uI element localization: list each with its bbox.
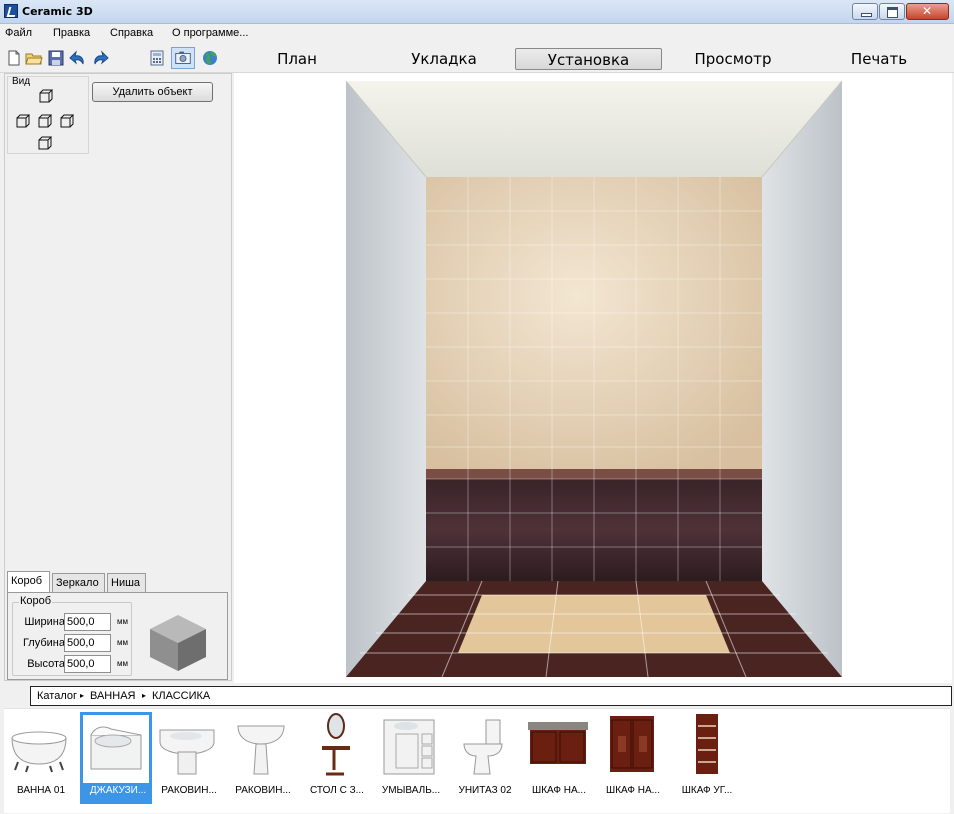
nav-object-placement[interactable]: Установка объектов (515, 48, 662, 91)
minimize-button[interactable] (852, 3, 878, 20)
menu-file[interactable]: Файл (5, 27, 32, 39)
view-label: Вид (12, 76, 31, 87)
catalog-item-label: ШКАФ НА... (606, 785, 660, 796)
pedestal-sink-icon (237, 725, 285, 775)
nav-print[interactable]: Печать (846, 48, 912, 70)
cabinet-icon (528, 722, 588, 764)
menu-about[interactable]: О программе... (172, 27, 248, 39)
width-unit: мм (117, 617, 128, 626)
tab-box[interactable]: Короб (7, 571, 50, 592)
catalog-item[interactable]: РАКОВИН... (228, 712, 300, 804)
catalog-item[interactable]: ШКАФ УГ... (672, 712, 744, 804)
catalog-item-label: ВАННА 01 (16, 785, 66, 796)
menu-edit[interactable]: Правка (53, 27, 90, 39)
calculator-icon[interactable] (148, 49, 166, 67)
save-icon[interactable] (47, 49, 65, 67)
view-selector: Вид (7, 76, 89, 154)
shelf-icon (696, 714, 718, 774)
title-bar: Ceramic 3D (0, 0, 954, 24)
toolbar: План помещения Укладка плитки Установка … (0, 43, 954, 91)
catalog-item[interactable]: ШКАФ НА... (598, 712, 670, 804)
vanity-icon (383, 719, 435, 775)
width-label: Ширина (24, 616, 65, 628)
depth-unit: мм (117, 638, 128, 647)
view-right-cube-icon[interactable] (60, 114, 74, 128)
catalog-item-label: ШКАФ УГ... (681, 785, 733, 796)
depth-input[interactable]: 500,0 (64, 634, 111, 652)
catalog-item[interactable]: ШКАФ НА... (524, 712, 596, 804)
box-settings-panel: Короб Ширина 500,0 мм Глубина 500,0 мм В… (7, 592, 228, 680)
height-label: Высота (27, 658, 65, 670)
wardrobe-icon (610, 716, 654, 772)
mirror-table-icon (322, 713, 350, 776)
window-title: Ceramic 3D (22, 5, 93, 18)
catalog-item[interactable]: УМЫВАЛЬ... (376, 712, 448, 804)
catalog-item[interactable]: ДЖАКУЗИ... (80, 712, 152, 804)
close-button[interactable] (906, 3, 949, 20)
catalog-item-label: УНИТАЗ 02 (458, 785, 512, 796)
crumb-bathroom[interactable]: ВАННАЯ (90, 690, 135, 702)
camera-icon[interactable] (171, 47, 195, 69)
tab-niche[interactable]: Ниша (107, 573, 146, 592)
width-input[interactable]: 500,0 (64, 613, 111, 631)
catalog-item-label: РАКОВИН... (235, 785, 291, 796)
sink-icon (159, 729, 215, 775)
view-left-cube-icon[interactable] (16, 114, 30, 128)
catalog-item[interactable]: УНИТАЗ 02 (450, 712, 522, 804)
catalog-breadcrumb: Каталог ▸ ВАННАЯ ▸ КЛАССИКА (30, 686, 952, 706)
crumb-separator-icon: ▸ (142, 691, 147, 700)
height-input[interactable]: 500,0 (64, 655, 111, 673)
redo-icon[interactable] (91, 49, 109, 67)
view-bottom-cube-icon[interactable] (38, 136, 52, 150)
catalog-item[interactable]: ВАННА 01 (6, 712, 78, 804)
jacuzzi-icon (83, 715, 149, 783)
app-icon (4, 4, 18, 18)
menu-help[interactable]: Справка (110, 27, 153, 39)
new-file-icon[interactable] (5, 49, 23, 67)
catalog-item-label: УМЫВАЛЬ... (381, 785, 441, 796)
globe-icon[interactable] (201, 49, 219, 67)
bathtub-icon (11, 731, 67, 773)
box-dimensions-group: Короб Ширина 500,0 мм Глубина 500,0 мм В… (12, 595, 132, 676)
crumb-catalog[interactable]: Каталог (37, 690, 77, 702)
nav-tile-laying[interactable]: Укладка плитки (383, 48, 505, 90)
box-group-label: Короб (19, 595, 53, 607)
maximize-button[interactable] (879, 3, 905, 20)
catalog-item-label: РАКОВИН... (161, 785, 217, 796)
catalog-item[interactable]: РАКОВИН... (154, 712, 226, 804)
view-front-cube-icon[interactable] (38, 114, 52, 128)
width-row: Ширина 500,0 мм (13, 613, 131, 631)
catalog-item[interactable]: СТОЛ С З... (302, 712, 374, 804)
height-row: Высота 500,0 мм (13, 655, 131, 673)
crumb-classic[interactable]: КЛАССИКА (152, 690, 210, 702)
room-scene[interactable] (346, 81, 842, 677)
catalog-item-label: ШКАФ НА... (532, 785, 586, 796)
catalog-item-label: СТОЛ С З... (310, 785, 364, 796)
nav-room-plan[interactable]: План помещения (232, 48, 362, 90)
height-unit: мм (117, 659, 128, 668)
catalog-item-label: ДЖАКУЗИ... (89, 785, 147, 796)
open-folder-icon[interactable] (25, 49, 43, 67)
depth-row: Глубина 500,0 мм (13, 634, 131, 652)
catalog-items: ВАННА 01 ДЖАКУЗИ... РАКОВИН... РАКОВИН..… (4, 708, 950, 813)
undo-icon[interactable] (69, 49, 87, 67)
depth-label: Глубина (22, 637, 65, 649)
left-panel: Вид Удалить объект Короб Зеркало Ниша Ко… (4, 73, 232, 681)
crumb-separator-icon: ▸ (80, 691, 85, 700)
toilet-icon (463, 719, 503, 775)
3d-viewport[interactable] (234, 73, 952, 683)
nav-preview[interactable]: Просмотр (692, 48, 774, 70)
menu-bar: Файл Правка Справка О программе... (0, 24, 954, 43)
view-top-cube-icon[interactable] (39, 89, 53, 103)
delete-object-button[interactable]: Удалить объект (92, 82, 213, 102)
box-preview-icon (150, 615, 206, 671)
tab-mirror[interactable]: Зеркало (52, 573, 105, 592)
